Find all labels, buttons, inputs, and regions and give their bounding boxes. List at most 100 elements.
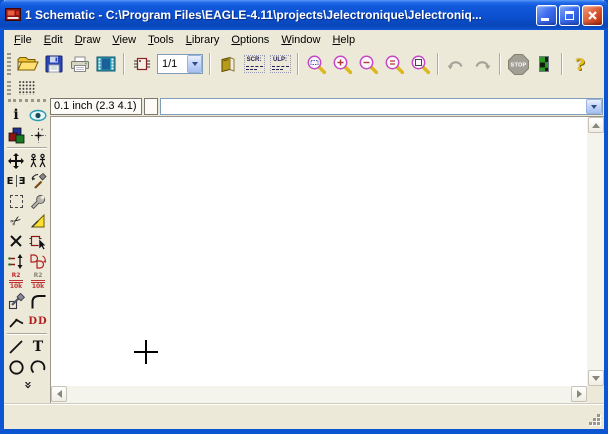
help-button[interactable]: ? (568, 52, 592, 76)
save-button[interactable] (42, 52, 66, 76)
tool-delete[interactable] (5, 231, 27, 251)
command-input[interactable] (161, 100, 586, 113)
tool-copy[interactable] (27, 151, 49, 171)
parameter-toolbar-grip[interactable] (7, 81, 11, 95)
more-tools-button[interactable]: » (23, 379, 31, 393)
tool-smash[interactable] (5, 291, 27, 311)
maximize-button[interactable] (559, 5, 580, 26)
menu-options[interactable]: Options (225, 32, 275, 48)
scissors-icon: ✂ (7, 212, 25, 231)
tool-rotate[interactable] (27, 171, 49, 191)
layers-icon (8, 127, 25, 144)
zoom-select-button[interactable] (382, 52, 406, 76)
horizontal-scroll-track[interactable] (67, 386, 571, 403)
command-toolbar: i (4, 97, 50, 403)
scroll-right-button[interactable] (571, 386, 587, 402)
board-button[interactable] (130, 52, 154, 76)
zoom-out-button[interactable] (356, 52, 380, 76)
tool-mirror[interactable]: EƎ (5, 171, 27, 191)
redo-button[interactable] (470, 52, 494, 76)
menu-view[interactable]: View (106, 32, 142, 48)
menu-draw[interactable]: Draw (69, 32, 107, 48)
wrench-icon (30, 193, 47, 210)
tool-add[interactable] (27, 231, 49, 251)
printer-icon (70, 56, 90, 73)
svg-text:°: ° (41, 129, 44, 135)
schematic-canvas[interactable] (50, 116, 587, 386)
menu-tools[interactable]: Tools (142, 32, 180, 48)
close-button[interactable] (582, 5, 603, 26)
group-rect-icon (10, 195, 23, 208)
tool-name[interactable]: R210k (5, 271, 27, 291)
tool-show[interactable] (27, 105, 49, 125)
command-row: 0.1 inch (2.3 4.1) (50, 97, 604, 116)
run-script-button[interactable]: SCR: (242, 52, 266, 76)
tool-invoke[interactable]: DD (27, 311, 49, 331)
grid-dots-icon (19, 81, 36, 95)
menu-file[interactable]: File (8, 32, 38, 48)
tool-wire[interactable] (5, 337, 27, 357)
run-ulp-button[interactable]: ULP: (268, 52, 292, 76)
menu-help[interactable]: Help (326, 32, 361, 48)
cam-processor-button[interactable] (94, 52, 118, 76)
tool-miter[interactable] (27, 291, 49, 311)
tool-split[interactable] (5, 311, 27, 331)
board-ic-icon (133, 56, 151, 72)
stop-sign-icon: STOP (507, 53, 530, 76)
scroll-left-button[interactable] (51, 386, 67, 402)
status-bar (4, 403, 604, 429)
scroll-down-button[interactable] (588, 370, 604, 386)
tool-mark[interactable]: ° (27, 125, 49, 145)
tool-change[interactable] (27, 191, 49, 211)
scrollbar-corner (587, 386, 604, 403)
zoom-fit-button[interactable] (304, 52, 328, 76)
tool-value[interactable]: R210k (27, 271, 49, 291)
command-toolbar-grip[interactable] (8, 99, 46, 102)
print-button[interactable] (68, 52, 92, 76)
mirror-icon: EƎ (7, 175, 26, 187)
parameter-toolbar (4, 78, 604, 97)
eye-icon (29, 109, 47, 122)
menu-library[interactable]: Library (180, 32, 226, 48)
tool-gateswap[interactable] (27, 251, 49, 271)
use-library-button[interactable] (216, 52, 240, 76)
go-button[interactable] (532, 52, 556, 76)
command-dropdown-arrow[interactable] (586, 99, 602, 114)
sheet-value: 1/1 (158, 58, 187, 70)
sheet-selector[interactable]: 1/1 (157, 54, 203, 74)
tool-cut[interactable]: ✂ (5, 211, 27, 231)
gateswap-icon (29, 253, 47, 270)
tool-display[interactable] (5, 125, 27, 145)
sheet-dropdown-arrow[interactable] (187, 55, 202, 73)
tool-text[interactable]: T (27, 337, 49, 357)
tool-info[interactable]: i (5, 105, 27, 125)
vertical-scroll-track[interactable] (587, 133, 604, 370)
vertical-scrollbar[interactable] (587, 116, 604, 386)
redo-icon (472, 57, 492, 72)
menu-bar: File Edit Draw View Tools Library Option… (4, 30, 604, 50)
toolbar-separator (209, 53, 211, 75)
scroll-up-button[interactable] (588, 117, 604, 133)
split-icon (8, 314, 25, 329)
minimize-button[interactable] (536, 5, 557, 26)
info-icon: i (13, 107, 18, 123)
grid-button[interactable] (16, 79, 38, 96)
tool-circle[interactable] (5, 357, 27, 377)
resize-grip[interactable] (589, 414, 602, 427)
tool-paste[interactable] (27, 211, 49, 231)
tool-move[interactable] (5, 151, 27, 171)
tool-pinswap[interactable] (5, 251, 27, 271)
undo-button[interactable] (444, 52, 468, 76)
coordinate-mini-box (144, 98, 158, 115)
toolbar-grip[interactable] (7, 53, 11, 75)
tool-arc[interactable] (27, 357, 49, 377)
menu-window[interactable]: Window (275, 32, 326, 48)
stop-button[interactable]: STOP (506, 52, 530, 76)
horizontal-scrollbar[interactable] (50, 386, 587, 403)
tool-group[interactable] (5, 191, 27, 211)
open-button[interactable] (16, 52, 40, 76)
close-icon (587, 10, 598, 21)
zoom-redraw-button[interactable] (408, 52, 432, 76)
menu-edit[interactable]: Edit (38, 32, 69, 48)
zoom-in-button[interactable] (330, 52, 354, 76)
